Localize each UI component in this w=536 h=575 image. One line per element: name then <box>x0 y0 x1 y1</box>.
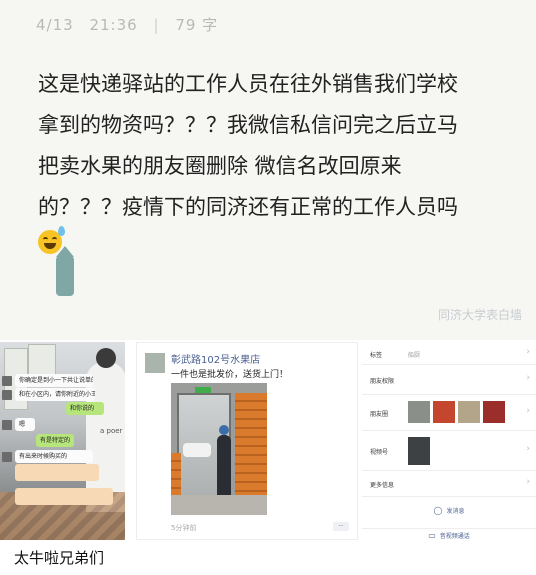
note-line-1: 这是快递驿站的工作人员在往外销售我们学校 <box>38 72 458 96</box>
channels-thumbnail <box>408 437 430 465</box>
row-label: 更多信息 <box>370 482 395 489</box>
chevron-right-icon: › <box>526 347 530 357</box>
chat-avatar <box>2 390 12 400</box>
car-image <box>183 443 211 457</box>
send-message-button: ◯ 发消息 <box>362 506 536 515</box>
worker-image <box>217 425 231 495</box>
chat-screenshot: a poer 你确定是到小一下共让说单的吗？ 和在小区内，请你附近的小王出来 和… <box>0 342 125 540</box>
water-drop-sticker-icon <box>56 246 74 296</box>
shop-avatar <box>145 353 165 373</box>
profile-row-permissions: 朋友权限 › <box>362 364 536 395</box>
chat-avatar <box>2 452 12 462</box>
chat-message: 你确定是到小一下共让说单的吗？ <box>15 374 93 387</box>
row-label: 标签 <box>370 352 383 359</box>
post-text: 一件也是批发价，送货上门！ <box>171 370 289 380</box>
chat-avatar <box>2 420 12 430</box>
floor-image <box>171 495 267 515</box>
note-meta: 4/13 21:36 | 79 字 <box>36 14 218 35</box>
send-message-label: 发消息 <box>446 508 465 515</box>
chat-bubble-icon: ◯ <box>433 506 443 515</box>
note-body: 这是快递驿站的工作人员在往外销售我们学校 拿到的物资吗？？？我微信私信问完之后立… <box>38 64 508 228</box>
chat-message: 和你说的 <box>66 402 104 415</box>
post-photo <box>171 383 267 515</box>
profile-row-more-info: 更多信息 › <box>362 470 536 497</box>
voice-message <box>15 488 113 505</box>
row-label: 朋友圈 <box>370 411 389 418</box>
video-camera-icon: ▭ <box>428 531 436 540</box>
moments-thumbnail <box>483 401 505 423</box>
chat-message: 嗯 <box>15 418 35 431</box>
row-label: 朋友权限 <box>370 378 395 385</box>
shirt-text: a poer <box>100 427 123 435</box>
chevron-right-icon: › <box>526 406 530 416</box>
chevron-right-icon: › <box>526 477 530 487</box>
moments-thumbnail <box>458 401 480 423</box>
chevron-right-icon: › <box>526 373 530 383</box>
shop-name: 彰武路102号水果店 <box>171 355 261 366</box>
post-timestamp: 5分钟前 <box>171 524 197 532</box>
watermark: 同济大学表白墙 <box>437 308 522 322</box>
note-time: 21:36 <box>89 16 138 34</box>
row-label: 视频号 <box>370 449 389 456</box>
chat-avatar <box>2 376 12 386</box>
chat-message: 有是特定的 <box>36 434 74 447</box>
voice-message <box>15 464 99 481</box>
moments-post-screenshot: 彰武路102号水果店 一件也是批发价，送货上门！ 5分钟前 ·· <box>136 342 358 540</box>
row-value: 船厨 <box>408 352 421 359</box>
note-date: 4/13 <box>36 16 74 34</box>
chevron-right-icon: › <box>526 444 530 454</box>
note-line-2: 拿到的物资吗？？？我微信私信问完之后立马 <box>38 113 458 137</box>
profile-row-channels: 视频号 › <box>362 430 536 471</box>
profile-row-moments: 朋友圈 › <box>362 394 536 431</box>
note-card: 4/13 21:36 | 79 字 这是快递驿站的工作人员在往外销售我们学校 拿… <box>0 0 536 340</box>
profile-screenshot: 标签 船厨 › 朋友权限 › 朋友圈 › 视频号 › 更多信息 › ◯ 发消息 ▭… <box>362 342 536 540</box>
moments-thumbnail <box>408 401 430 423</box>
chat-message: 和在小区内，请你附近的小王出来 <box>15 388 95 401</box>
post-caption: 太牛啦兄弟们 <box>14 549 105 567</box>
video-call-button: ▭ 音视频通话 <box>362 528 536 540</box>
chat-message: 有出来时候购买的 <box>15 450 93 463</box>
exit-sign-image <box>195 387 211 393</box>
moments-thumbnail <box>433 401 455 423</box>
more-actions-button: ·· <box>333 522 349 531</box>
note-line-4: 的？？？疫情下的同济还有正常的工作人员吗 <box>38 195 458 219</box>
video-call-label: 音视频通话 <box>439 533 470 540</box>
note-line-3: 把卖水果的朋友圈删除 微信名改回原来 <box>38 154 402 178</box>
meta-separator: | <box>153 16 160 34</box>
note-word-count: 79 字 <box>175 16 219 34</box>
profile-row-tag: 标签 船厨 › <box>362 342 536 365</box>
